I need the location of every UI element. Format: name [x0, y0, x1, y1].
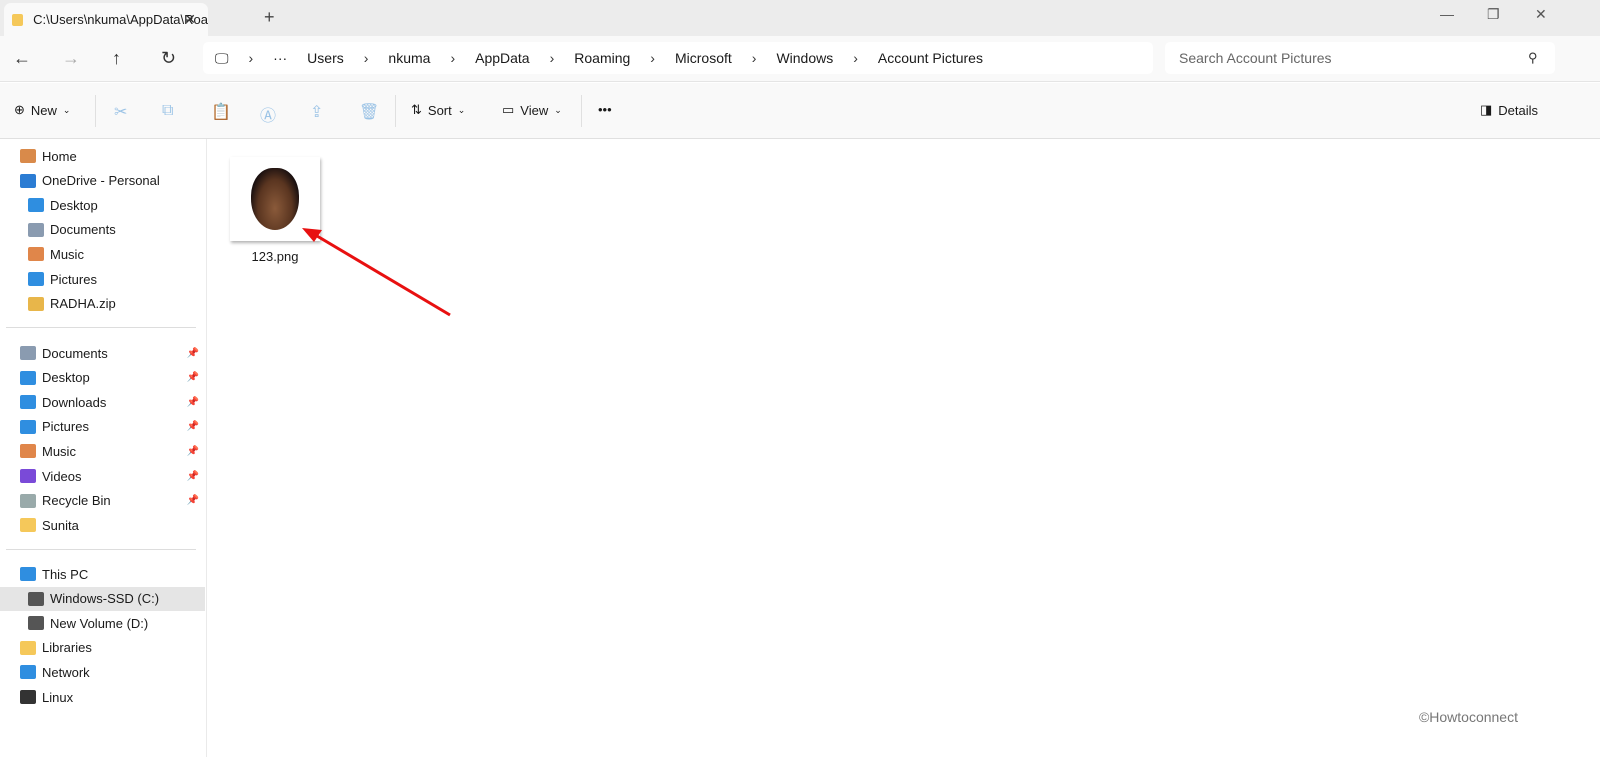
red-arrow-annotation: [302, 228, 451, 317]
watermark: ©Howtoconnect: [1418, 709, 1518, 725]
